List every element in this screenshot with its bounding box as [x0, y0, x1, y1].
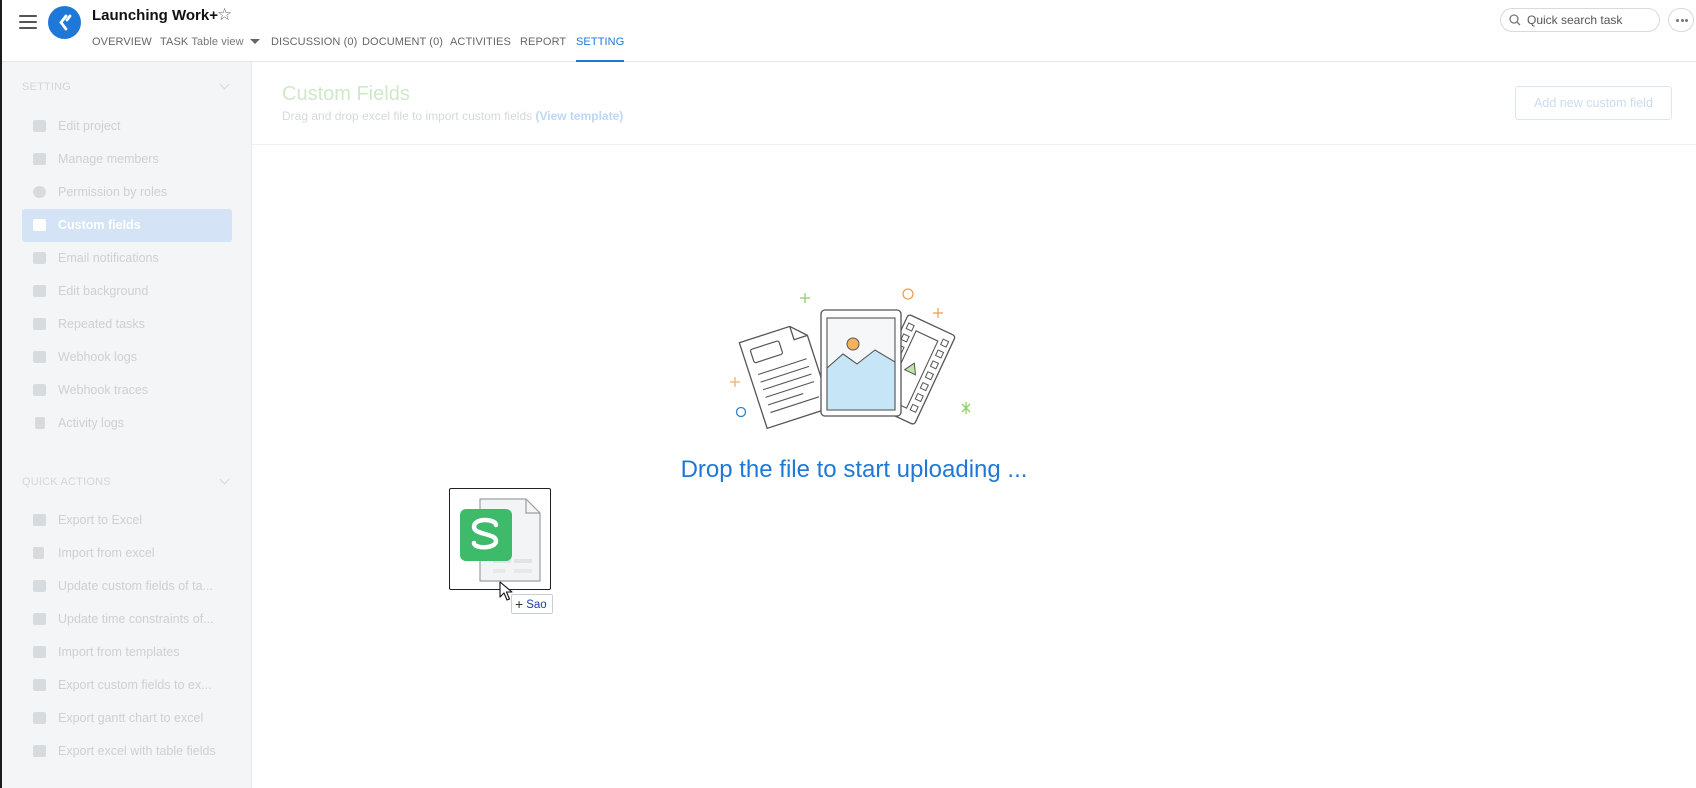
setting-section-title: SETTING [22, 81, 72, 93]
edit-icon [33, 285, 46, 297]
export-icon [33, 514, 46, 526]
tab-task[interactable]: TASK Table view [160, 36, 260, 62]
add-custom-field-button[interactable]: Add new custom field [1515, 86, 1672, 120]
collapse-quick-actions-icon[interactable] [219, 474, 230, 485]
file-icon [33, 547, 44, 559]
quick-export-excel[interactable]: Export to Excel [22, 504, 232, 537]
export-icon [33, 745, 46, 757]
quick-export-gantt[interactable]: Export gantt chart to excel [22, 702, 232, 735]
flag-icon [33, 384, 46, 396]
search-icon [1509, 14, 1521, 26]
star-icon[interactable]: ☆ [217, 5, 232, 25]
sidebar-item-custom-fields[interactable]: Custom fields [22, 209, 232, 242]
quick-update-custom-fields[interactable]: Update custom fields of ta... [22, 570, 232, 603]
tab-document[interactable]: DOCUMENT (0) [362, 36, 443, 62]
search-placeholder: Quick search task [1527, 13, 1623, 27]
calendar-icon [33, 318, 46, 330]
flag-icon [33, 351, 46, 363]
sidebar-item-repeated-tasks[interactable]: Repeated tasks [22, 308, 232, 341]
sidebar-item-webhook-logs[interactable]: Webhook logs [22, 341, 232, 374]
upload-illustration [725, 280, 975, 445]
project-title: Launching Work+ [92, 7, 218, 24]
tab-overview[interactable]: OVERVIEW [92, 36, 152, 62]
cube-icon [33, 580, 46, 592]
quick-export-table-fields[interactable]: Export excel with table fields [22, 735, 232, 768]
view-template-link[interactable]: (View template) [535, 109, 623, 123]
sidebar-item-manage-members[interactable]: Manage members [22, 143, 232, 176]
tab-report[interactable]: REPORT [520, 36, 566, 62]
drop-message: Drop the file to start uploading ... [680, 456, 1028, 483]
quick-actions-title: QUICK ACTIONS [22, 476, 111, 488]
task-view-select: Table view [191, 36, 244, 48]
tab-discussion[interactable]: DISCUSSION (0) [271, 36, 357, 62]
more-options-icon[interactable] [1668, 8, 1694, 32]
sidebar-item-permission[interactable]: Permission by roles [22, 176, 232, 209]
tab-setting[interactable]: SETTING [576, 36, 625, 62]
sidebar-item-email-notifications[interactable]: Email notifications [22, 242, 232, 275]
hourglass-icon [35, 417, 45, 429]
dragged-file-preview [449, 488, 551, 590]
list-icon [33, 120, 46, 132]
collapse-setting-icon[interactable] [219, 79, 230, 90]
settings-sidebar: SETTING Edit project Manage members Perm… [2, 62, 252, 788]
custom-fields-header: Custom Fields Drag and drop excel file t… [252, 62, 1696, 145]
person-icon [33, 153, 46, 165]
cube-icon [33, 613, 46, 625]
sidebar-item-edit-project[interactable]: Edit project [22, 110, 232, 143]
project-header: Launching Work+ ☆ OVERVIEW TASK Table vie… [2, 0, 1696, 62]
sidebar-item-activity-logs[interactable]: Activity logs [22, 407, 232, 440]
spreadsheet-file-icon [460, 498, 541, 582]
page-subtitle: Drag and drop excel file to import custo… [282, 109, 624, 123]
plus-icon: + [515, 596, 524, 612]
export-icon [33, 679, 46, 691]
quick-search-input[interactable]: Quick search task [1500, 8, 1660, 32]
quick-update-time-constraints[interactable]: Update time constraints of... [22, 603, 232, 636]
quick-export-custom-fields[interactable]: Export custom fields to ex... [22, 669, 232, 702]
document-icon [33, 219, 46, 231]
quick-import-templates[interactable]: Import from templates [22, 636, 232, 669]
menu-icon[interactable] [19, 15, 37, 29]
tab-activities[interactable]: ACTIVITIES [450, 36, 511, 62]
sidebar-item-edit-background[interactable]: Edit background [22, 275, 232, 308]
quick-import-excel[interactable]: Import from excel [22, 537, 232, 570]
envelope-icon [33, 252, 46, 264]
drag-copy-tooltip: + Sao [511, 594, 553, 614]
sidebar-item-webhook-traces[interactable]: Webhook traces [22, 374, 232, 407]
project-logo [48, 6, 81, 39]
export-icon [33, 712, 46, 724]
info-icon [33, 186, 46, 198]
chevron-down-icon [249, 39, 260, 44]
folder-icon [33, 646, 46, 658]
page-title: Custom Fields [282, 83, 410, 105]
